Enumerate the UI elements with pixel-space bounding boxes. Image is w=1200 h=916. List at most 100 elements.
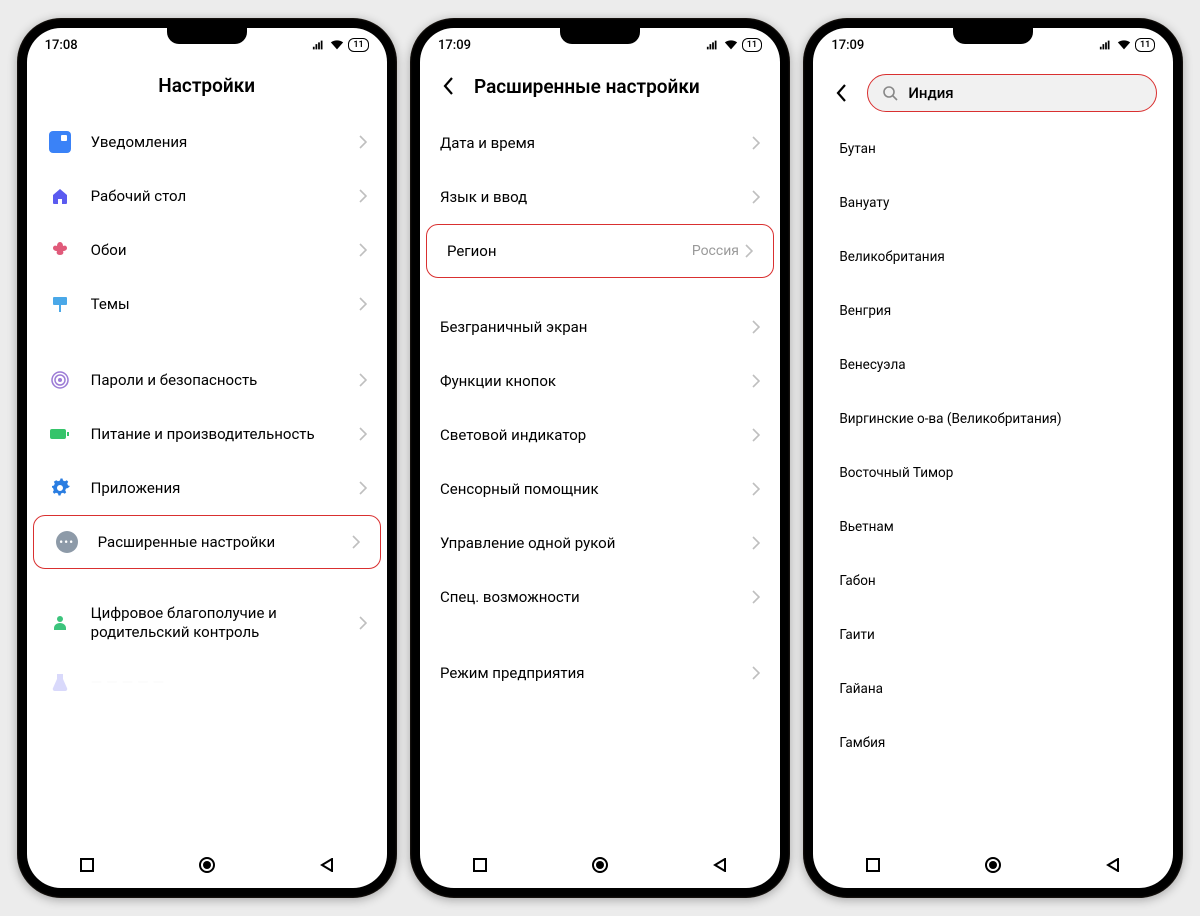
row-home-screen[interactable]: Рабочий стол [27, 169, 387, 223]
settings-list[interactable]: Дата и время Язык и ввод Регион Россия Б… [420, 116, 780, 842]
row-accessibility[interactable]: Спец. возможности [420, 570, 780, 624]
chevron-left-icon [835, 83, 847, 103]
back-button[interactable] [436, 74, 460, 98]
signal-icon [706, 39, 720, 51]
row-digital-wellbeing[interactable]: Цифровое благополучие и родительский кон… [27, 591, 387, 655]
gear-icon [47, 475, 73, 501]
region-item[interactable]: Виргинские о-ва (Великобритания) [813, 392, 1173, 446]
row-notifications[interactable]: Уведомления [27, 115, 387, 169]
back-button[interactable] [829, 81, 853, 105]
row-label: Функции кнопок [440, 372, 752, 391]
region-item[interactable]: Бутан [813, 122, 1173, 176]
region-label: Гаити [839, 627, 875, 643]
search-value: Индия [908, 84, 953, 102]
status-time: 17:09 [831, 38, 864, 53]
row-button-shortcuts[interactable]: Функции кнопок [420, 354, 780, 408]
phone-3: 17:09 11 Индия Бутан Вануату Великобрита… [803, 18, 1183, 898]
chevron-right-icon [752, 320, 760, 334]
row-label: Цифровое благополучие и родительский кон… [91, 604, 359, 642]
row-label: Рабочий стол [91, 187, 359, 206]
row-notification-light[interactable]: Световой индикатор [420, 408, 780, 462]
divider-gap [27, 331, 387, 353]
row-one-handed[interactable]: Управление одной рукой [420, 516, 780, 570]
notch [953, 28, 1033, 44]
row-cutoff[interactable]: — — — — — [27, 655, 387, 709]
row-label: Темы [91, 295, 359, 314]
nav-back[interactable] [287, 850, 367, 880]
chevron-right-icon [359, 243, 367, 257]
nav-back[interactable] [1073, 850, 1153, 880]
row-battery-performance[interactable]: Питание и производительность [27, 407, 387, 461]
nav-bar [27, 842, 387, 888]
row-label: Управление одной рукой [440, 534, 752, 553]
home-icon [47, 183, 73, 209]
region-label: Гайана [839, 681, 883, 697]
battery-icon: 11 [348, 38, 368, 52]
region-item[interactable]: Восточный Тимор [813, 446, 1173, 500]
flask-icon [47, 669, 73, 695]
row-language-input[interactable]: Язык и ввод [420, 170, 780, 224]
chevron-right-icon [752, 536, 760, 550]
battery-perf-icon [47, 421, 73, 447]
more-icon: ••• [54, 529, 80, 555]
row-wallpaper[interactable]: Обои [27, 223, 387, 277]
region-label: Вьетнам [839, 519, 893, 535]
row-enterprise-mode[interactable]: Режим предприятия [420, 646, 780, 700]
fingerprint-icon [47, 367, 73, 393]
status-indicators: 11 [706, 38, 762, 52]
row-quick-ball[interactable]: Сенсорный помощник [420, 462, 780, 516]
chevron-right-icon [359, 427, 367, 441]
region-label: Виргинские о-ва (Великобритания) [839, 411, 1061, 427]
divider-gap [27, 569, 387, 591]
region-label: Восточный Тимор [839, 465, 953, 481]
region-item[interactable]: Гайана [813, 662, 1173, 716]
chevron-right-icon [359, 135, 367, 149]
wallpaper-icon [47, 237, 73, 263]
region-item[interactable]: Габон [813, 554, 1173, 608]
row-region[interactable]: Регион Россия [426, 224, 774, 278]
phone-1: 17:08 11 Настройки Уведомления Рабочий с… [17, 18, 397, 898]
row-themes[interactable]: Темы [27, 277, 387, 331]
region-item[interactable]: Вьетнам [813, 500, 1173, 554]
region-item[interactable]: Великобритания [813, 230, 1173, 284]
row-label: Обои [91, 241, 359, 260]
row-value: Россия [692, 243, 739, 259]
nav-home[interactable] [167, 850, 247, 880]
region-item[interactable]: Венгрия [813, 284, 1173, 338]
row-additional-settings[interactable]: ••• Расширенные настройки [33, 515, 381, 569]
nav-back[interactable] [680, 850, 760, 880]
row-apps[interactable]: Приложения [27, 461, 387, 515]
region-list[interactable]: Бутан Вануату Великобритания Венгрия Вен… [813, 122, 1173, 842]
region-item[interactable]: Гамбия [813, 716, 1173, 770]
chevron-right-icon [359, 481, 367, 495]
wifi-icon [724, 39, 738, 51]
row-date-time[interactable]: Дата и время [420, 116, 780, 170]
region-label: Великобритания [839, 249, 944, 265]
nav-recent[interactable] [833, 850, 913, 880]
chevron-right-icon [745, 244, 753, 258]
status-time: 17:09 [438, 38, 471, 53]
region-item[interactable]: Венесуэла [813, 338, 1173, 392]
nav-recent[interactable] [47, 850, 127, 880]
chevron-right-icon [752, 374, 760, 388]
chevron-right-icon [752, 666, 760, 680]
nav-recent[interactable] [440, 850, 520, 880]
chevron-right-icon [359, 189, 367, 203]
row-passwords-security[interactable]: Пароли и безопасность [27, 353, 387, 407]
chevron-left-icon [442, 76, 454, 96]
page-title: Расширенные настройки [474, 75, 700, 98]
chevron-right-icon [752, 482, 760, 496]
nav-home[interactable] [560, 850, 640, 880]
chevron-right-icon [359, 616, 367, 630]
phone-2: 17:09 11 Расширенные настройки Дата и вр… [410, 18, 790, 898]
settings-list[interactable]: Уведомления Рабочий стол Обои Темы [27, 115, 387, 842]
nav-home[interactable] [953, 850, 1033, 880]
header: Индия [813, 62, 1173, 122]
region-item[interactable]: Гаити [813, 608, 1173, 662]
divider-gap [420, 624, 780, 646]
nav-bar [420, 842, 780, 888]
row-fullscreen[interactable]: Безграничный экран [420, 300, 780, 354]
row-label: Питание и производительность [91, 425, 359, 444]
search-input[interactable]: Индия [867, 74, 1157, 112]
region-item[interactable]: Вануату [813, 176, 1173, 230]
